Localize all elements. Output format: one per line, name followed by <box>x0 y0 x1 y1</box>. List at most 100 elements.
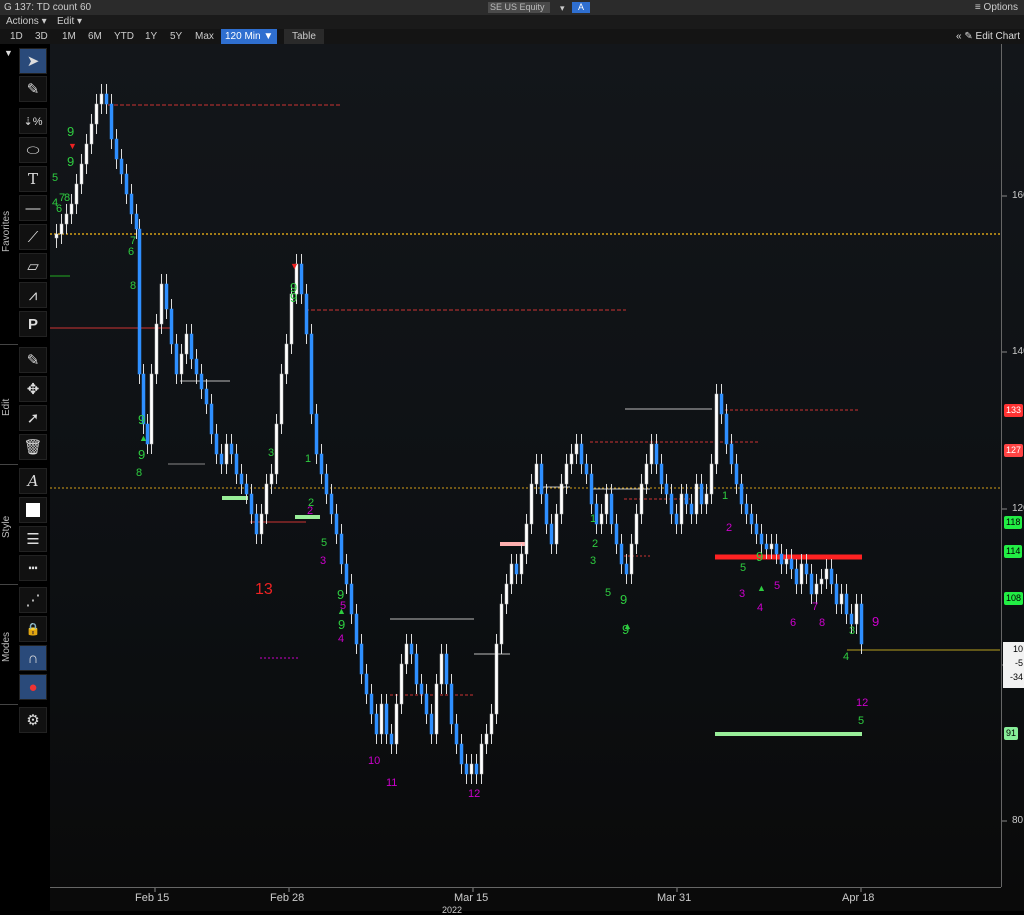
pointer-tool[interactable]: ➤ <box>19 48 47 74</box>
edit-menu[interactable]: Edit ▾ <box>57 15 82 29</box>
candle-body <box>824 568 829 580</box>
interval-dropdown[interactable]: 120 Min ▼ <box>221 29 278 44</box>
price-label-icon: P <box>27 315 38 333</box>
x-tick-label: Mar 31 <box>657 892 692 904</box>
delete-tool[interactable]: 🗑 <box>19 434 47 460</box>
trendline-tool[interactable]: ⟋ <box>19 224 47 250</box>
security-dropdown-icon[interactable]: ▾ <box>560 1 565 16</box>
candle-body <box>269 473 274 485</box>
add-point-tool[interactable]: ➚ <box>19 405 47 431</box>
percent-icon: ⇣% <box>23 115 43 128</box>
candle-body <box>614 523 619 545</box>
snap-mode-tool[interactable]: ⋰ <box>19 587 47 613</box>
settings-tool[interactable]: ⚙ <box>19 707 47 733</box>
chart-area[interactable]: 9 9 5 7 8 4 6 7 6 8 9 9 9 9 8 13 1 2 3 5 9 9 2 3 5 4 10 11 12 1 2 3 5 9 9 1… <box>50 44 1024 911</box>
price-tag: 114 <box>1004 545 1023 558</box>
line-weight-tool[interactable]: ☰ <box>19 526 47 552</box>
candle-body <box>424 693 429 715</box>
candle-body <box>569 453 574 465</box>
fibonacci-tool[interactable]: ⇣% <box>19 108 47 134</box>
td-count-label: 5 <box>774 580 780 592</box>
edit-chart-button[interactable]: ✎ Edit Chart <box>964 31 1020 42</box>
options-button[interactable]: ≡ Options <box>975 0 1018 15</box>
candle-body <box>264 483 269 515</box>
candle-body <box>844 593 849 615</box>
candle-body <box>214 433 219 455</box>
lock-mode-tool[interactable]: 🔒 <box>19 616 47 642</box>
period-ytd[interactable]: YTD <box>114 29 134 44</box>
candle-body <box>674 513 679 525</box>
candle-body <box>194 358 199 375</box>
price-chart-svg: 9957846768 999981312359923541011121235 991… <box>50 84 1007 892</box>
color-style-tool[interactable] <box>19 497 47 523</box>
candle-body <box>479 743 484 775</box>
actions-menu[interactable]: Actions ▾ <box>6 15 47 29</box>
td-count-label: 8 <box>819 617 825 629</box>
toolbar-collapse-icon[interactable]: ▼ <box>4 48 13 58</box>
move-tool[interactable]: ✥ <box>19 376 47 402</box>
magnet-mode-tool[interactable]: ∩ <box>19 645 47 671</box>
candle-body <box>734 463 739 485</box>
candle-body <box>729 443 734 465</box>
candle-body <box>464 763 469 775</box>
candle-body <box>234 453 239 475</box>
td-count-label: 13 <box>255 581 273 598</box>
ellipse-tool[interactable]: ⬭ <box>19 137 47 163</box>
td-count-label: 6 <box>56 203 62 215</box>
price-label-tool[interactable]: P <box>19 311 47 337</box>
candle-body <box>409 643 414 655</box>
color-dots-icon: ● <box>28 678 38 696</box>
polyline-tool[interactable]: ⩘ <box>19 282 47 308</box>
y-tick-label: 80 <box>1012 815 1024 826</box>
font-style-tool[interactable]: A <box>19 468 47 494</box>
horizontal-line-tool[interactable]: — <box>19 195 47 221</box>
td-count-label: 6 <box>128 246 134 258</box>
x-tick-label: Feb 28 <box>270 892 305 904</box>
period-1m[interactable]: 1M <box>62 29 76 44</box>
candle-body <box>554 513 559 545</box>
candle-body <box>334 513 339 535</box>
candle-body <box>224 443 229 465</box>
candle-body <box>744 503 749 515</box>
candle-body <box>249 493 254 515</box>
candle-body <box>259 513 264 535</box>
candle-body <box>624 563 629 575</box>
candle-body <box>834 583 839 605</box>
candle-body <box>579 443 584 465</box>
color-swatch-icon <box>26 503 40 517</box>
candle-body <box>819 578 824 585</box>
td-count-label: 9 <box>67 154 74 169</box>
edit-pen-tool[interactable]: ✎ <box>19 347 47 373</box>
signal-arrow-icon: ▲ <box>623 621 632 631</box>
td-count-label: 7 <box>812 601 818 613</box>
candle-body <box>754 523 759 535</box>
channel-tool[interactable]: ▱ <box>19 253 47 279</box>
security-badge[interactable]: A <box>572 2 590 13</box>
line-weight-icon: ☰ <box>26 531 40 548</box>
candle-body <box>559 483 564 515</box>
pen-tool[interactable]: ✎ <box>19 76 47 102</box>
period-max[interactable]: Max <box>195 29 214 44</box>
period-3d[interactable]: 3D <box>35 29 48 44</box>
price-tag: 118 <box>1004 516 1023 529</box>
table-button[interactable]: Table <box>284 29 324 44</box>
period-5y[interactable]: 5Y <box>170 29 182 44</box>
period-1d[interactable]: 1D <box>10 29 23 44</box>
period-6m[interactable]: 6M <box>88 29 102 44</box>
drawing-toolbar: ▼ Favorites Edit Style Modes ➤ ✎ ⇣% ⬭ T … <box>0 44 50 911</box>
ellipse-icon: ⬭ <box>26 141 40 159</box>
color-mode-tool[interactable]: ● <box>19 674 47 700</box>
y-axis <box>1001 44 1002 887</box>
candle-body <box>349 583 354 615</box>
td-count-label: 9 <box>756 549 763 564</box>
candle-body <box>154 323 159 375</box>
security-field[interactable]: SE US Equity <box>488 2 550 13</box>
period-1y[interactable]: 1Y <box>145 29 157 44</box>
edit-pen-icon: ✎ <box>26 352 40 369</box>
text-tool[interactable]: T <box>19 166 47 192</box>
collapse-icon[interactable]: « <box>956 31 962 42</box>
y-tick-label: 120 <box>1012 503 1024 514</box>
candle-body <box>714 393 719 465</box>
x-year-label: 2022 <box>442 905 463 915</box>
line-style-tool[interactable]: ┅ <box>19 555 47 581</box>
